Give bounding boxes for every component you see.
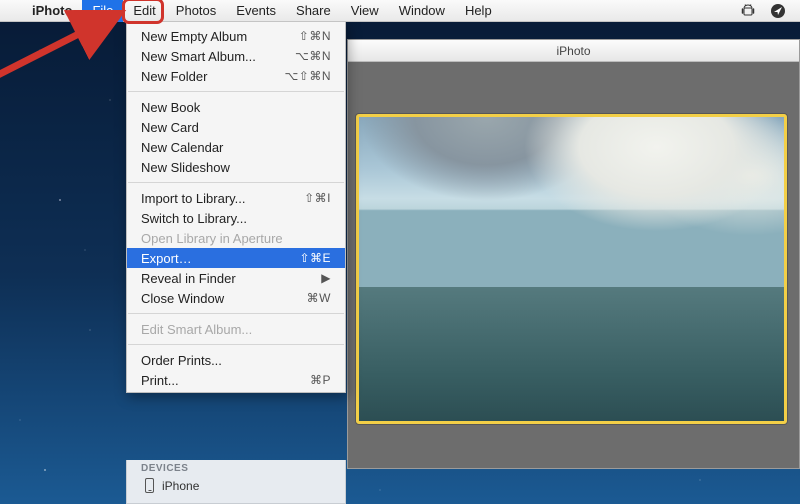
menuitem-shortcut: ⇧⌘N <box>299 29 331 43</box>
iphone-icon <box>145 478 154 493</box>
menuitem-shortcut: ⇧⌘I <box>304 191 331 205</box>
photo-canvas <box>348 100 799 468</box>
sidebar: DEVICES iPhone <box>126 460 346 504</box>
menu-window[interactable]: Window <box>389 0 455 22</box>
menuitem-shortcut: ⌥⌘N <box>295 49 331 63</box>
menuitem-shortcut: ⌘W <box>307 291 331 305</box>
menuitem-label: New Card <box>141 120 199 135</box>
menuitem-label: New Book <box>141 100 200 115</box>
menu-separator <box>128 182 344 183</box>
iphoto-window: iPhoto <box>347 39 800 469</box>
menu-file[interactable]: File <box>82 0 123 22</box>
menu-photos[interactable]: Photos <box>166 0 226 22</box>
menuitem-edit-smart-album: Edit Smart Album... <box>127 319 345 339</box>
window-title: iPhoto <box>556 44 590 58</box>
menuitem-label: Import to Library... <box>141 191 246 206</box>
menu-help[interactable]: Help <box>455 0 502 22</box>
menu-separator <box>128 313 344 314</box>
menu-separator <box>128 344 344 345</box>
menuitem-label: New Empty Album <box>141 29 247 44</box>
menu-view[interactable]: View <box>341 0 389 22</box>
menuitem-label: Order Prints... <box>141 353 222 368</box>
file-menu-dropdown: New Empty Album⇧⌘NNew Smart Album...⌥⌘NN… <box>126 22 346 393</box>
menuitem-new-smart-album[interactable]: New Smart Album... ⌥⌘N <box>127 46 345 66</box>
app-title[interactable]: iPhoto <box>22 3 82 18</box>
submenu-arrow-icon: ▶ <box>321 271 331 285</box>
location-icon[interactable] <box>770 3 786 19</box>
menuitem-new-slideshow[interactable]: New Slideshow <box>127 157 345 177</box>
menuitem-import-to-library[interactable]: Import to Library... ⇧⌘I <box>127 188 345 208</box>
window-titlebar[interactable]: iPhoto <box>348 40 799 62</box>
menuitem-order-prints[interactable]: Order Prints... <box>127 350 345 370</box>
menuitem-label: Edit Smart Album... <box>141 322 252 337</box>
menu-separator <box>128 91 344 92</box>
menuitem-reveal-in-finder[interactable]: Reveal in Finder ▶ <box>127 268 345 288</box>
menuitem-close-window[interactable]: Close Window ⌘W <box>127 288 345 308</box>
menuitem-label: Switch to Library... <box>141 211 247 226</box>
menuitem-new-folder[interactable]: New Folder ⌥⇧⌘N <box>127 66 345 86</box>
menuitem-label: New Slideshow <box>141 160 230 175</box>
menuitem-label: Open Library in Aperture <box>141 231 283 246</box>
menuitem-export[interactable]: Export… ⇧⌘E <box>127 248 345 268</box>
sidebar-item-iphone[interactable]: iPhone <box>127 476 345 495</box>
menuitem-label: Reveal in Finder <box>141 271 236 286</box>
menubar: iPhoto FileEditPhotosEventsShareViewWind… <box>0 0 800 22</box>
android-icon[interactable] <box>740 3 756 19</box>
menuitem-shortcut: ⇧⌘E <box>299 251 331 265</box>
menuitem-new-card[interactable]: New Card <box>127 117 345 137</box>
menuitem-label: Export… <box>141 251 192 266</box>
menuitem-shortcut: ⌘P <box>310 373 331 387</box>
menuitem-label: New Folder <box>141 69 207 84</box>
menuitem-switch-to-library[interactable]: Switch to Library... <box>127 208 345 228</box>
menuitem-label: Print... <box>141 373 179 388</box>
sidebar-section-header: DEVICES <box>127 460 345 476</box>
sidebar-item-label: iPhone <box>162 479 199 493</box>
menu-events[interactable]: Events <box>226 0 286 22</box>
menuitem-open-library-in-aperture: Open Library in Aperture <box>127 228 345 248</box>
menuitem-label: Close Window <box>141 291 224 306</box>
menuitem-print[interactable]: Print... ⌘P <box>127 370 345 390</box>
menu-share[interactable]: Share <box>286 0 341 22</box>
menuitem-shortcut: ⌥⇧⌘N <box>284 69 331 83</box>
menuitem-new-book[interactable]: New Book <box>127 97 345 117</box>
selected-photo[interactable] <box>356 114 787 424</box>
menuitem-new-empty-album[interactable]: New Empty Album ⇧⌘N <box>127 26 345 46</box>
menuitem-new-calendar[interactable]: New Calendar <box>127 137 345 157</box>
menu-edit[interactable]: Edit <box>123 0 165 22</box>
menuitem-label: New Calendar <box>141 140 223 155</box>
menubar-tray <box>740 3 800 19</box>
photo-thumbnail <box>359 117 784 421</box>
menuitem-label: New Smart Album... <box>141 49 256 64</box>
